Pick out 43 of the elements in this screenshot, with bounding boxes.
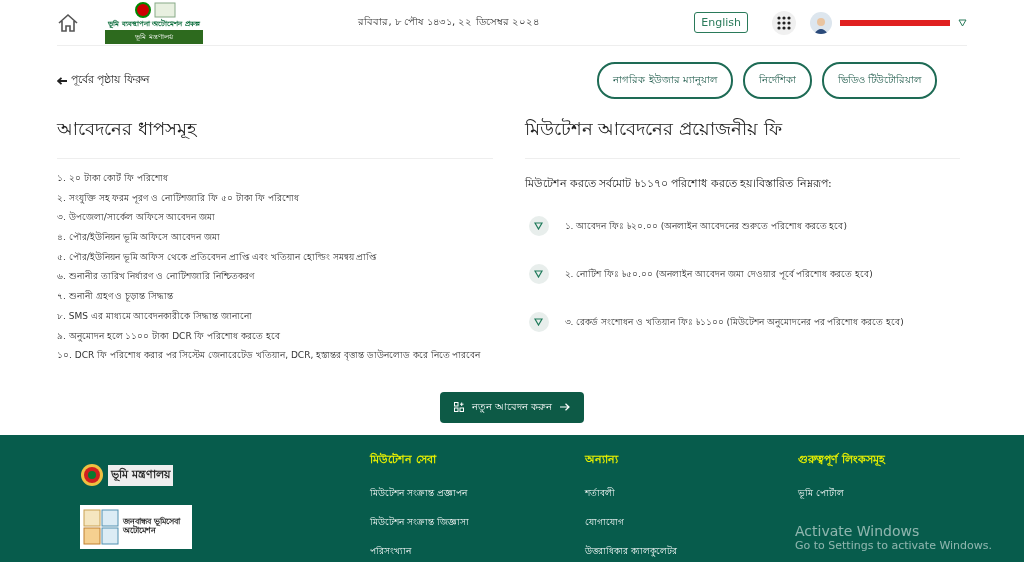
- user-avatar-icon[interactable]: [810, 11, 832, 34]
- grid-plus-icon: [453, 402, 464, 413]
- footer-heading: অন্যান্য: [585, 452, 620, 468]
- step-text: ৪. পৌর/ইউনিয়ন ভূমি অফিসে আবেদন জমা: [57, 232, 222, 244]
- step-text: ৮. SMS এর মাধ্যমে আবেদনকারীকে সিদ্ধান্ত জানানো: [57, 310, 254, 323]
- arrow-left-icon: [57, 76, 67, 85]
- activation-notice-text: Go to Settings to activate Windows.: [794, 539, 992, 552]
- language-button[interactable]: English: [694, 12, 748, 33]
- date-text: রবিবার, ৮ পৌষ ১৪৩১, ২২ ডিসেম্বর ২০২৪: [357, 15, 540, 29]
- step-text: ৭. শুনানী গ্রহণ ও চূড়ান্ত সিদ্ধান্ত: [57, 291, 175, 303]
- ministry-logo-text: ভূমি মন্ত্রণালয়: [108, 464, 173, 486]
- section-title: আবেদনের ধাপসমূহ: [57, 105, 493, 159]
- back-link[interactable]: পূর্বের পৃষ্ঠায় ফিরুন: [57, 71, 588, 90]
- arrow-right-icon: [560, 403, 571, 412]
- step-text: ১০. DCR ফি পরিশোধ করার পর সিস্টেম জেনারেটেড খতিয়ান, DCR, হস্তান্তর বৃত্তান্ত ডাউনলোড করে নিতে পারবেন: [57, 350, 482, 362]
- apps-grid-icon[interactable]: [772, 10, 796, 35]
- fee-item: ২. নোটিশ ফিঃ ৳৫০.০০ (অনলাইন আবেদন জমা দেওয়ার পূর্বে পরিশোধ করতে হবে): [564, 267, 873, 282]
- new-application-button[interactable]: নতুন আবেদন করুন: [439, 391, 585, 423]
- footer-link[interactable]: শর্তাবলী: [585, 486, 798, 501]
- dropdown-caret-icon[interactable]: [958, 18, 967, 27]
- help-button[interactable]: নির্দেশিকা: [742, 62, 812, 99]
- help-button[interactable]: নাগরিক ইউজার ম্যানুয়াল: [597, 62, 733, 99]
- home-icon[interactable]: [57, 12, 79, 33]
- footer-link[interactable]: মিউটেশন সংক্রান্ত প্রজ্ঞাপন: [370, 486, 585, 501]
- step-text: ৫. পৌর/ইউনিয়ন ভূমি অফিস থেকে প্রতিবেদন প্রাপ্তি এবং খতিয়ান হোল্ডিং সমন্বয় প্রাপ্তি: [57, 251, 378, 264]
- step-text: ২. সংযুক্তি সহ ফরম পূরণ ও নোটিশজারি ফি ৫০ টাকা ফি পরিশোধ: [57, 192, 301, 205]
- step-text: ৯. অনুমোদন হলে ১১০০ টাকা DCR ফি পরিশোধ করতে হবে: [57, 330, 282, 343]
- footer-heading: গুরুত্বপূর্ণ লিংকসমূহ: [798, 451, 887, 468]
- footer-link[interactable]: মিউটেশন সংক্রান্ত জিজ্ঞাসা: [370, 515, 585, 530]
- step-text: ৩. উপজেলা/সার্কেল অফিসে আবেদন জমা: [57, 212, 217, 225]
- automation-logo-icon: [83, 509, 119, 545]
- automation-logo-text: জনবান্ধব ভূমিসেবা অটোমেশন: [123, 518, 182, 536]
- step-text: ৬. শুনানীর তারিখ নির্ধারণ ও নোটিশজারি নিশ্চিতকরণ: [57, 271, 256, 284]
- step-text: ১. ২০ টাকা কোর্ট ফি পরিশোধ: [57, 173, 170, 185]
- footer-link[interactable]: ভূমি পোর্টাল: [798, 486, 1024, 501]
- fee-item: ৩. রেকর্ড সংশোধন ও খতিয়ান ফিঃ ৳১১০০ (মিউটেশন অনুমোদনের পর পরিশোধ করতে হবে): [564, 315, 904, 330]
- section-title: মিউটেশন আবেদনের প্রয়োজনীয় ফি: [524, 105, 960, 159]
- fee-item: ১. আবেদন ফিঃ ৳২০.০০ (অনলাইন আবেদনের শুরুতে পরিশোধ করতে হবে): [564, 219, 847, 233]
- fee-summary: মিউটেশন করতে সর্বমোট ৳১১৭০ পরিশোধ করতে হয়।বিস্তারিত নিম্নরূপ:: [524, 176, 833, 192]
- emblem-icon: [80, 463, 104, 487]
- footer-link[interactable]: পরিসংখ্যান: [370, 544, 585, 559]
- help-button[interactable]: ভিডিও টিউটোরিয়াল: [821, 62, 937, 99]
- footer-heading: মিউটেশন সেবা: [370, 451, 438, 468]
